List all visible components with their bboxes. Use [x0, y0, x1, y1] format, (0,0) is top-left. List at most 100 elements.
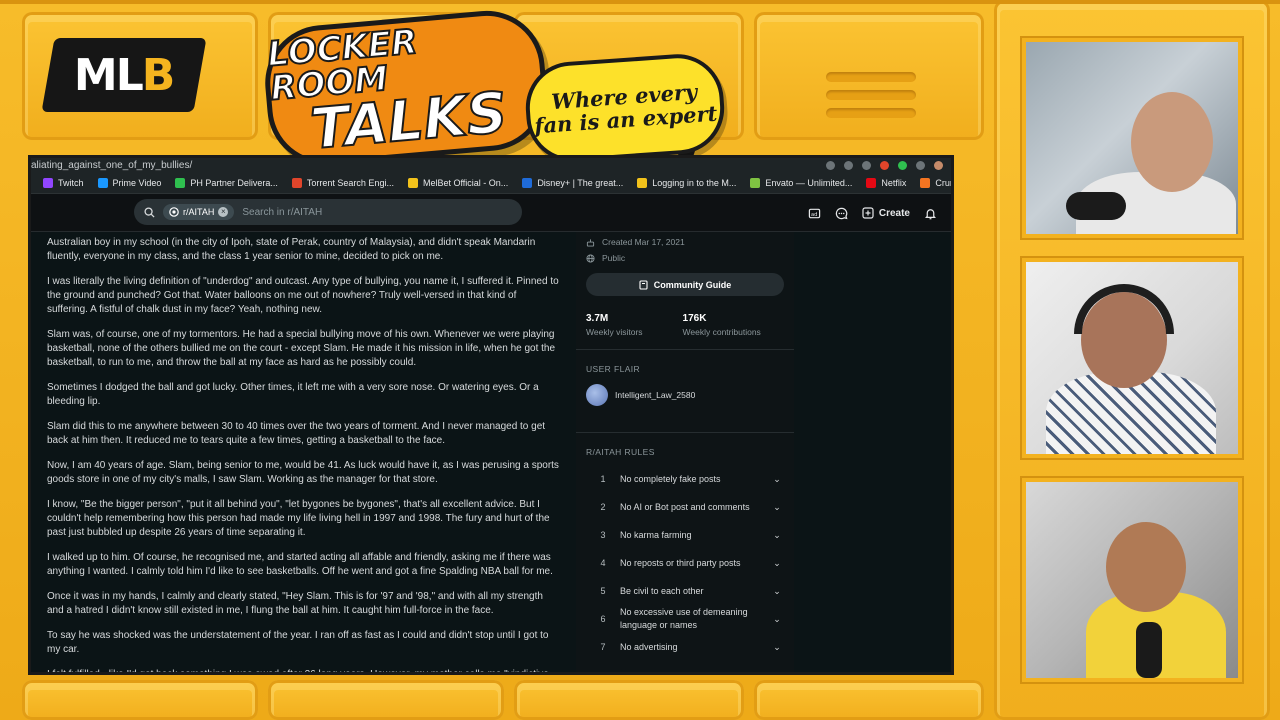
person-silhouette — [1106, 522, 1186, 612]
microphone — [1066, 192, 1126, 220]
microphone — [1136, 622, 1162, 678]
stat-label: Weekly contributions — [682, 327, 761, 337]
profile-icon[interactable] — [934, 160, 943, 170]
chevron-down-icon[interactable]: ⌄ — [770, 642, 784, 653]
bookmark-item[interactable]: PH Partner Delivera... — [175, 177, 278, 188]
bookmark-favicon-icon — [175, 177, 186, 188]
bookmark-label: Netflix — [881, 177, 907, 188]
locker-vent — [826, 108, 916, 118]
extension-icon[interactable] — [916, 160, 925, 170]
rule-item[interactable]: 3 No karma farming ⌄ — [586, 521, 784, 549]
post-paragraph: Slam was, of course, one of my tormentor… — [47, 329, 556, 368]
user-flair[interactable]: Intelligent_Law_2580 — [576, 374, 794, 406]
rule-text: No completely fake posts — [620, 473, 721, 484]
bookmark-favicon-icon — [97, 177, 108, 188]
chevron-down-icon[interactable]: ⌄ — [770, 530, 784, 541]
chevron-down-icon[interactable]: ⌄ — [770, 614, 784, 625]
chevron-down-icon[interactable]: ⌄ — [770, 474, 784, 485]
mlb-logo: MLB — [41, 38, 207, 112]
chat-icon[interactable] — [835, 207, 848, 220]
search-bar[interactable]: r/AITAH × Search in r/AITAH — [134, 199, 522, 225]
rule-number: 3 — [600, 530, 606, 540]
bookmark-item[interactable]: Disney+ | The great... — [522, 177, 623, 188]
rule-number: 4 — [600, 558, 606, 568]
bookmark-item[interactable]: Prime Video — [97, 177, 161, 188]
bookmark-item[interactable]: Logging in to the M... — [637, 177, 736, 188]
rule-text: Be civil to each other — [620, 585, 704, 596]
community-guide-button[interactable]: Community Guide — [586, 273, 784, 296]
bookmark-item[interactable]: MelBet Official - On... — [407, 177, 509, 188]
bookmark-item[interactable]: Netflix — [866, 177, 907, 188]
bookmark-favicon-icon — [407, 177, 418, 188]
tagline-text: Where every fan is an expert — [533, 78, 719, 139]
bookmark-favicon-icon — [291, 177, 302, 188]
stat-weekly-visitors: 3.7M Weekly visitors — [586, 313, 643, 337]
bookmark-label: Envato — Unlimited... — [765, 177, 853, 188]
plus-icon — [862, 207, 874, 219]
header-actions: ad Create — [808, 194, 937, 232]
post-paragraph: To say he was shocked was the understate… — [47, 630, 549, 655]
create-button[interactable]: Create — [862, 207, 910, 219]
stat-label: Weekly visitors — [586, 327, 643, 337]
rule-number: 6 — [600, 614, 606, 624]
username: Intelligent_Law_2580 — [615, 390, 696, 400]
locker-door — [514, 680, 744, 720]
address-bar[interactable]: aliating_against_one_of_my_bullies/ — [31, 158, 951, 172]
rule-number: 7 — [600, 642, 606, 652]
chevron-down-icon[interactable]: ⌄ — [770, 558, 784, 569]
community-sidebar: Created Mar 17, 2021 Public Community Gu… — [576, 232, 794, 672]
locker-door — [754, 680, 984, 720]
bookmark-item[interactable]: Torrent Search Engi... — [291, 177, 394, 188]
reddit-header: r/AITAH × Search in r/AITAH ad Create — [31, 194, 951, 232]
extension-icon[interactable] — [826, 160, 835, 170]
post-body: Australian boy in my school (in the city… — [47, 236, 559, 675]
rules-heading: R/AITAH RULES — [586, 447, 655, 457]
rule-item[interactable]: 5 Be civil to each other ⌄ — [586, 577, 784, 605]
chevron-down-icon[interactable]: ⌄ — [770, 586, 784, 597]
person-silhouette — [1131, 92, 1213, 192]
post-paragraph: I felt fulfilled - like I'd got back som… — [47, 669, 549, 675]
chevron-down-icon[interactable]: ⌄ — [770, 502, 784, 513]
rule-item[interactable]: 6 No excessive use of demeaning language … — [586, 605, 784, 633]
remove-chip-icon[interactable]: × — [218, 207, 229, 217]
subreddit-icon — [169, 207, 179, 217]
locker-vent — [826, 90, 916, 100]
bell-icon[interactable] — [924, 207, 937, 220]
rule-item[interactable]: 4 No reposts or third party posts ⌄ — [586, 549, 784, 577]
stat-value: 176K — [682, 313, 707, 324]
bookmark-item[interactable]: Envato — Unlimited... — [750, 177, 853, 188]
rule-item[interactable]: 2 No AI or Bot post and comments ⌄ — [586, 493, 784, 521]
url-text[interactable]: aliating_against_one_of_my_bullies/ — [31, 160, 192, 171]
post-paragraph: I was literally the living definition of… — [47, 276, 559, 315]
rule-item[interactable]: 1 No completely fake posts ⌄ — [586, 465, 784, 493]
bookmarks-bar: Twitch Prime Video PH Partner Delivera... T… — [31, 172, 951, 194]
extension-icon[interactable] — [898, 160, 907, 170]
rule-text: No AI or Bot post and comments — [620, 501, 750, 512]
star-icon[interactable] — [862, 160, 871, 170]
created-date: Created Mar 17, 2021 — [602, 237, 685, 247]
rule-text: No reposts or third party posts — [620, 557, 741, 568]
extension-icon[interactable] — [844, 160, 853, 170]
rules-list: 1 No completely fake posts ⌄ 2 No AI or Bot … — [576, 457, 794, 661]
locker-door — [22, 680, 258, 720]
webcam-host-2 — [1022, 258, 1242, 458]
rule-item[interactable]: 7 No advertising ⌄ — [586, 633, 784, 661]
advertise-icon[interactable]: ad — [808, 207, 821, 220]
post-paragraph: Now, I am 40 years of age. Slam, being s… — [47, 460, 559, 485]
extension-icon[interactable] — [880, 160, 889, 170]
bookmark-item[interactable]: Twitch — [43, 177, 84, 188]
post-paragraph: I know, "Be the bigger person", "put it … — [47, 499, 550, 538]
browser-window: aliating_against_one_of_my_bullies/ Twit… — [28, 155, 954, 675]
bookmark-label: MelBet Official - On... — [422, 177, 509, 188]
post-paragraph: Slam did this to me anywhere between 30 … — [47, 421, 546, 446]
show-title-line2: TALKS — [307, 79, 511, 163]
bookmark-favicon-icon — [522, 177, 533, 188]
bookmark-label: Twitch — [58, 177, 84, 188]
search-input[interactable]: Search in r/AITAH — [242, 207, 322, 218]
post-paragraph: I walked up to him. Of course, he recogn… — [47, 552, 553, 577]
subreddit-chip[interactable]: r/AITAH × — [163, 204, 235, 220]
community-stats: 3.7M Weekly visitors 176K Weekly contrib… — [576, 296, 794, 337]
stat-weekly-contributions: 176K Weekly contributions — [683, 313, 761, 337]
reddit-content: Australian boy in my school (in the city… — [31, 232, 951, 672]
bookmark-item[interactable]: Crunchyroll: Watch... — [920, 177, 951, 188]
